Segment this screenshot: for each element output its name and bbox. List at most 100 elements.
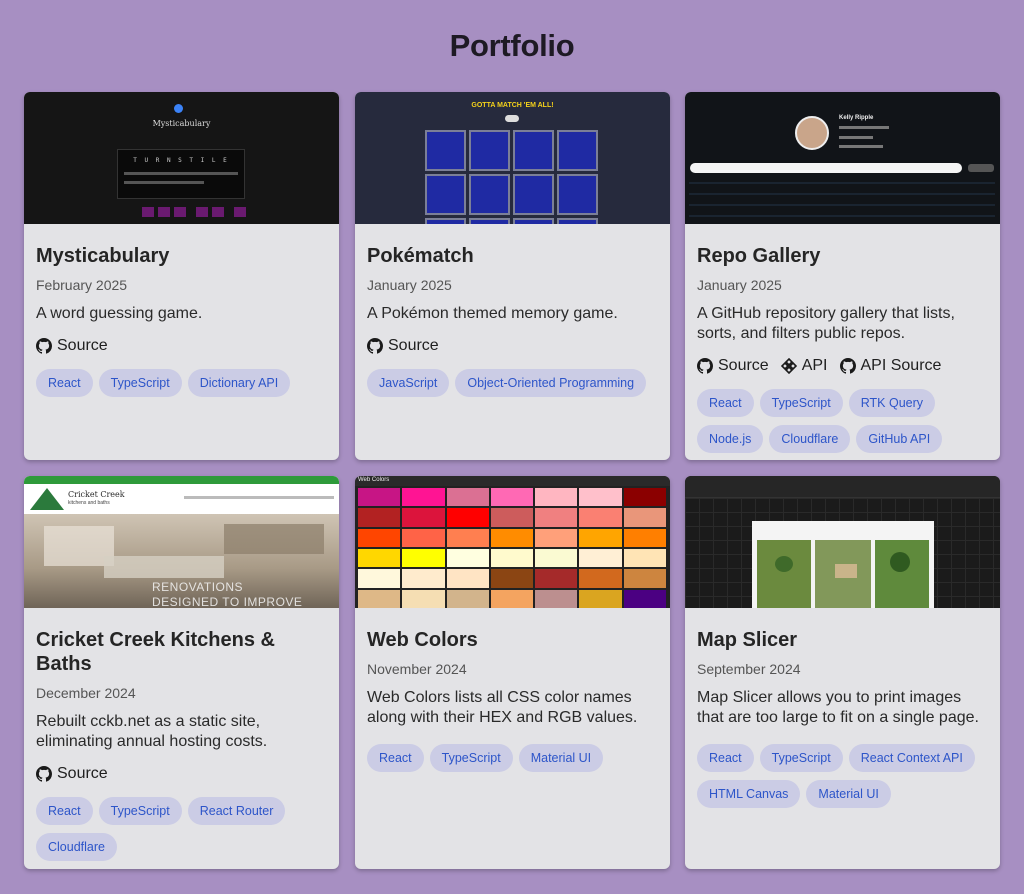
source-link-label: Source [718,357,769,374]
thumb-word: T U R N S T I L E [133,157,229,164]
color-swatch [535,528,578,547]
github-icon [697,358,713,374]
project-thumbnail[interactable]: Web Colors [355,476,670,608]
project-thumbnail[interactable]: Kelly Ripple [685,92,1000,224]
color-swatch [490,488,534,507]
tag-chip: Object-Oriented Programming [455,369,647,397]
tag-chip: HTML Canvas [697,780,801,808]
color-swatch [623,569,666,588]
color-swatch [579,508,622,527]
api-source-link[interactable]: API Source [839,355,942,377]
tag-chip: TypeScript [759,389,843,417]
source-link[interactable]: Source [367,335,439,357]
color-swatch [358,589,401,608]
tag-list: JavaScript Object-Oriented Programming [367,369,658,397]
project-description: A word guessing game. [36,305,203,322]
tag-chip: React [36,369,93,397]
thumb-overlay-2: DESIGNED TO IMPROVE [152,595,303,608]
tag-list: React TypeScript React Router Cloudflare [36,797,327,861]
color-swatch [402,528,445,547]
project-date: November 2024 [367,661,467,677]
color-swatch [446,528,489,547]
color-swatch [535,589,578,608]
project-date: February 2025 [36,277,128,293]
source-link-label: Source [388,337,439,354]
color-swatch [535,508,578,527]
color-swatch [623,528,666,547]
avatar [795,116,829,150]
color-swatch [623,508,666,527]
github-icon [36,766,52,782]
color-swatch [579,528,622,547]
tag-chip: TypeScript [429,744,513,772]
color-swatch [490,528,534,547]
project-title: Repo Gallery [697,245,821,267]
source-link-label: Source [57,765,108,782]
tag-chip: Material UI [806,780,891,808]
color-swatch [402,508,445,527]
source-link[interactable]: Source [36,763,108,785]
color-swatch [358,548,401,568]
color-swatch [623,548,666,568]
tag-chip: Material UI [518,744,604,772]
tag-chip: React [367,744,424,772]
project-description: Web Colors lists all CSS color names alo… [367,689,638,726]
color-swatch [535,488,578,507]
tag-chip: GitHub API [856,425,943,453]
api-link-label: API [801,357,828,374]
project-title: Mysticabulary [36,245,170,267]
color-swatch [623,589,666,608]
project-thumbnail[interactable] [685,476,1000,608]
project-title: Map Slicer [697,629,798,651]
project-card-map-slicer: Map Slicer September 2024 Map Slicer all… [685,476,1000,869]
color-swatch [535,569,578,588]
project-card-mysticabulary: Mysticabulary T U R N S T I L E Mysticab… [24,92,339,460]
color-swatch [579,569,622,588]
project-date: September 2024 [697,661,801,677]
github-icon [367,338,383,354]
project-description: Map Slicer allows you to print images th… [697,689,979,726]
tag-chip: React Router [187,797,286,825]
color-swatch [579,548,622,568]
color-swatch [623,488,666,507]
color-swatch [490,589,534,608]
tag-list: React TypeScript Dictionary API [36,369,327,397]
tag-chip: RTK Query [848,389,936,417]
project-date: December 2024 [36,685,136,701]
page-title: Portfolio [449,28,575,63]
tag-chip: TypeScript [98,797,182,825]
project-thumbnail[interactable]: Mysticabulary T U R N S T I L E [24,92,339,224]
source-link[interactable]: Source [697,355,769,377]
tag-chip: TypeScript [759,744,843,772]
color-swatch [535,548,578,568]
thumb-heading: Mysticabulary [152,119,211,128]
api-link[interactable]: API [780,355,828,377]
project-card-repo-gallery: Kelly Ripple Repo Gallery January 2025 A… [685,92,1000,460]
thumb-panel: T U R N S T I L E [117,149,245,199]
source-link-label: Source [57,337,108,354]
tag-chip: React [697,389,754,417]
project-card-web-colors: Web Colors Web Colors November 2024 Web … [355,476,670,869]
color-swatch [402,548,445,568]
project-card-cricket-creek: Cricket Creek kitchens and baths RENOVAT… [24,476,339,869]
source-link[interactable]: Source [36,335,108,357]
color-swatch [490,548,534,568]
thumb-tagline: kitchens and baths [68,500,110,506]
color-swatch [358,528,401,547]
project-description: Rebuilt cckb.net as a static site, elimi… [36,713,268,750]
tag-chip: JavaScript [367,369,450,397]
thumb-header: Web Colors [358,477,390,483]
color-swatch [358,569,401,588]
color-swatch [446,508,489,527]
thumb-banner: GOTTA MATCH 'EM ALL! [471,102,554,109]
api-source-link-label: API Source [860,357,942,374]
color-swatch [446,569,489,588]
project-thumbnail[interactable]: GOTTA MATCH 'EM ALL! [355,92,670,224]
project-thumbnail[interactable]: Cricket Creek kitchens and baths RENOVAT… [24,476,339,608]
tag-list: React TypeScript RTK Query Node.js Cloud… [697,389,988,453]
api-icon [780,358,797,374]
github-icon [839,358,856,374]
project-title: Pokématch [367,245,474,267]
project-description: A GitHub repository gallery that lists, … [697,305,955,342]
color-swatch [490,508,534,527]
